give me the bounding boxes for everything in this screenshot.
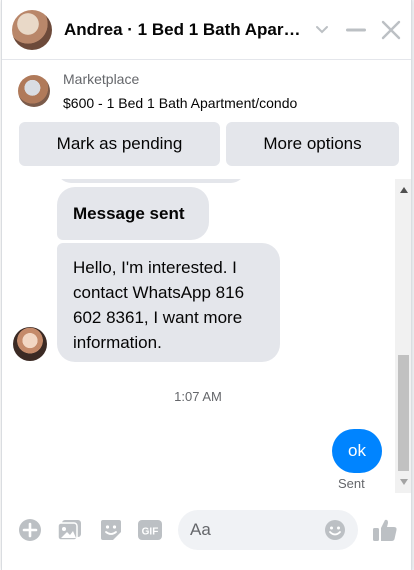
message-text: Message sent xyxy=(73,204,185,223)
close-icon[interactable] xyxy=(378,17,404,43)
chevron-down-icon[interactable] xyxy=(312,20,332,40)
listing-source: Marketplace xyxy=(63,71,140,87)
message-bubble-outgoing[interactable]: ok xyxy=(332,429,382,473)
message-list[interactable]: Message sent Hello, I'm interested. I co… xyxy=(2,179,411,493)
contact-avatar-header[interactable] xyxy=(12,9,52,50)
scroll-down-arrow-icon[interactable] xyxy=(395,473,411,490)
marketplace-listing: Marketplace $600 - 1 Bed 1 Bath Apartmen… xyxy=(2,61,411,179)
like-icon[interactable] xyxy=(370,515,400,545)
chat-title[interactable]: Andrea · 1 Bed 1 Bath Apar… xyxy=(64,20,304,40)
previous-message-bubble xyxy=(57,179,245,183)
message-composer: GIF xyxy=(2,493,411,570)
gif-icon[interactable]: GIF xyxy=(136,516,164,544)
photo-icon[interactable] xyxy=(56,516,84,544)
message-input[interactable] xyxy=(178,510,318,550)
scrollbar-thumb[interactable] xyxy=(398,355,409,471)
chat-header[interactable]: Andrea · 1 Bed 1 Bath Apar… xyxy=(2,0,411,60)
scrollbar[interactable] xyxy=(395,179,411,493)
message-bubble-incoming[interactable]: Hello, I'm interested. I contact WhatsAp… xyxy=(57,243,280,362)
listing-description[interactable]: $600 - 1 Bed 1 Bath Apartment/condo xyxy=(63,95,297,111)
emoji-icon[interactable] xyxy=(323,518,347,542)
message-text: ok xyxy=(348,441,366,460)
gif-label: GIF xyxy=(142,527,159,538)
add-icon[interactable] xyxy=(16,516,44,544)
message-text: Hello, I'm interested. I contact WhatsAp… xyxy=(73,258,245,352)
more-options-button[interactable]: More options xyxy=(226,122,399,166)
message-bubble-incoming[interactable]: Message sent xyxy=(57,187,209,240)
message-timestamp: 1:07 AM xyxy=(174,389,222,404)
mark-as-pending-button[interactable]: Mark as pending xyxy=(19,122,220,166)
chat-window: Andrea · 1 Bed 1 Bath Apar… Marketplace … xyxy=(1,0,412,570)
message-input-container[interactable] xyxy=(178,510,358,550)
listing-thumbnail[interactable] xyxy=(18,75,50,107)
scroll-up-arrow-icon[interactable] xyxy=(395,181,411,198)
delivery-status: Sent xyxy=(338,476,365,491)
minimize-icon[interactable] xyxy=(344,18,368,42)
sticker-icon[interactable] xyxy=(97,516,125,544)
contact-avatar[interactable] xyxy=(13,327,47,361)
